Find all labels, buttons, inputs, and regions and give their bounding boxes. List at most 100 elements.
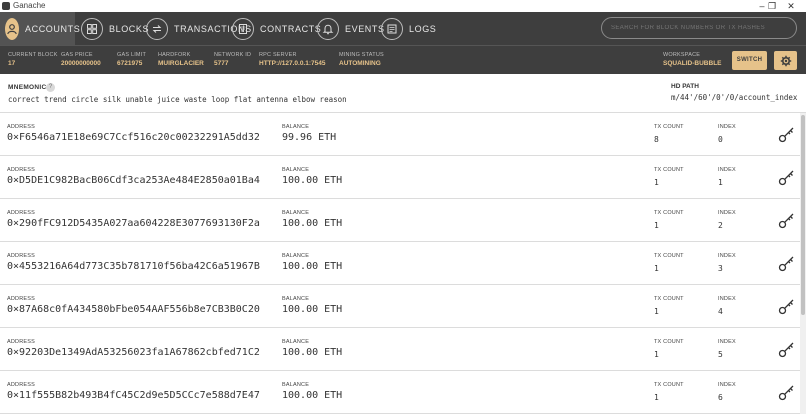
account-tx-count: 1	[654, 178, 659, 187]
address-label: ADDRESS	[7, 210, 35, 216]
tx-count-label: TX COUNT	[654, 339, 684, 345]
tab-events[interactable]: EVENTS	[317, 12, 385, 45]
tab-contracts[interactable]: CONTRACTS	[232, 12, 321, 45]
index-label: INDEX	[718, 339, 736, 345]
tab-events-label: EVENTS	[345, 23, 385, 34]
account-address: 0×87A68c0fA434580bFbe054AAF556b8e7CB3B0C…	[7, 304, 260, 315]
index-label: INDEX	[718, 124, 736, 130]
account-address: 0×F6546a71E18e69C7Ccf516c20c00232291A5dd…	[7, 132, 260, 143]
search-input[interactable]	[601, 17, 797, 39]
index-label: INDEX	[718, 253, 736, 259]
tab-blocks-label: BLOCKS	[109, 23, 150, 34]
index-label: INDEX	[718, 382, 736, 388]
account-row: ADDRESS 0×92203De1349AdA53256023fa1A6786…	[0, 328, 806, 371]
mnemonic-section: MNEMONIC ? correct trend circle silk una…	[0, 74, 806, 113]
ganache-logo-icon	[2, 2, 10, 10]
index-label: INDEX	[718, 210, 736, 216]
contracts-icon	[232, 17, 254, 40]
key-icon[interactable]	[778, 211, 796, 229]
blocks-icon	[81, 17, 103, 40]
index-label: INDEX	[718, 167, 736, 173]
switch-workspace-button[interactable]: SWITCH	[732, 51, 767, 70]
address-label: ADDRESS	[7, 167, 35, 173]
tab-logs-label: LOGS	[409, 23, 437, 34]
account-balance: 100.00 ETH	[282, 175, 343, 186]
key-icon[interactable]	[778, 254, 796, 272]
tab-accounts-label: ACCOUNTS	[25, 23, 81, 34]
account-tx-count: 1	[654, 350, 659, 359]
account-tx-count: 1	[654, 307, 659, 316]
bell-icon	[317, 17, 339, 40]
address-label: ADDRESS	[7, 382, 35, 388]
tx-count-label: TX COUNT	[654, 253, 684, 259]
tab-contracts-label: CONTRACTS	[260, 23, 322, 34]
balance-label: BALANCE	[282, 382, 310, 388]
key-icon[interactable]	[778, 168, 796, 186]
account-row: ADDRESS 0×290fFC912D5435A027aa604228E307…	[0, 199, 806, 242]
status-bar: CURRENT BLOCK 17 GAS PRICE 20000000000 G…	[0, 45, 806, 74]
hd-path-label: HD PATH	[671, 83, 699, 90]
account-balance: 100.00 ETH	[282, 390, 343, 401]
hd-path-value: m/44'/60'/0'/0/account_index	[671, 93, 798, 102]
account-balance: 100.00 ETH	[282, 304, 343, 315]
account-balance: 99.96 ETH	[282, 132, 337, 143]
accounts-list: ADDRESS 0×F6546a71E18e69C7Ccf516c20c0023…	[0, 113, 806, 414]
account-address: 0×290fFC912D5435A027aa604228E3077693130F…	[7, 218, 260, 229]
current-block-stat: CURRENT BLOCK 17	[8, 52, 58, 67]
tab-accounts[interactable]: ACCOUNTS	[0, 12, 80, 45]
account-index: 1	[718, 178, 723, 187]
address-label: ADDRESS	[7, 124, 35, 130]
account-row: ADDRESS 0×F6546a71E18e69C7Ccf516c20c0023…	[0, 113, 806, 156]
account-balance: 100.00 ETH	[282, 347, 343, 358]
hardfork-stat: HARDFORK MUIRGLACIER	[158, 52, 204, 67]
workspace-stat: WORKSPACE SQUALID-BUBBLE	[663, 52, 722, 67]
account-index: 0	[718, 135, 723, 144]
address-label: ADDRESS	[7, 253, 35, 259]
gear-icon	[780, 55, 791, 66]
account-row: ADDRESS 0×4553216A64d773C35b781710f56ba4…	[0, 242, 806, 285]
key-icon[interactable]	[778, 297, 796, 315]
account-index: 4	[718, 307, 723, 316]
rpc-server-stat: RPC SERVER HTTP://127.0.0.1:7545	[259, 52, 326, 67]
user-icon	[5, 17, 19, 40]
balance-label: BALANCE	[282, 167, 310, 173]
tab-logs[interactable]: LOGS	[381, 12, 436, 45]
account-row: ADDRESS 0×11f555B82b493B4fC45C2d9e5D5CCc…	[0, 371, 806, 414]
account-index: 5	[718, 350, 723, 359]
tab-blocks[interactable]: BLOCKS	[81, 12, 149, 45]
key-icon[interactable]	[778, 383, 796, 401]
help-icon[interactable]: ?	[46, 83, 55, 92]
main-nav: ACCOUNTS BLOCKS TRANSACTIONS CONTRACTS E…	[0, 12, 806, 45]
account-address: 0×D5DE1C982BacB06Cdf3ca253Ae484E2850a01B…	[7, 175, 260, 186]
gas-price-stat: GAS PRICE 20000000000	[61, 52, 101, 67]
account-address: 0×92203De1349AdA53256023fa1A67862cbfed71…	[7, 347, 260, 358]
key-icon[interactable]	[778, 340, 796, 358]
window-titlebar: Ganache – ❐ ✕	[0, 0, 806, 12]
account-address: 0×4553216A64d773C35b781710f56ba42C6a5196…	[7, 261, 260, 272]
transactions-icon	[146, 17, 168, 40]
scrollbar-thumb[interactable]	[801, 115, 805, 315]
address-label: ADDRESS	[7, 296, 35, 302]
account-balance: 100.00 ETH	[282, 261, 343, 272]
mnemonic-words: correct trend circle silk unable juice w…	[8, 95, 347, 104]
account-index: 3	[718, 264, 723, 273]
account-row: ADDRESS 0×87A68c0fA434580bFbe054AAF556b8…	[0, 285, 806, 328]
account-tx-count: 1	[654, 393, 659, 402]
balance-label: BALANCE	[282, 124, 310, 130]
mining-status-stat: MINING STATUS AUTOMINING	[339, 52, 384, 67]
mnemonic-label: MNEMONIC	[8, 84, 47, 91]
window-title: Ganache	[13, 1, 46, 10]
balance-label: BALANCE	[282, 339, 310, 345]
tx-count-label: TX COUNT	[654, 210, 684, 216]
account-tx-count: 1	[654, 221, 659, 230]
account-index: 2	[718, 221, 723, 230]
gas-limit-stat: GAS LIMIT 6721975	[117, 52, 146, 67]
network-id-stat: NETWORK ID 5777	[214, 52, 252, 67]
key-icon[interactable]	[778, 125, 796, 143]
account-tx-count: 1	[654, 264, 659, 273]
account-index: 6	[718, 393, 723, 402]
settings-button[interactable]	[774, 51, 797, 70]
address-label: ADDRESS	[7, 339, 35, 345]
close-button[interactable]: ✕	[776, 0, 806, 12]
index-label: INDEX	[718, 296, 736, 302]
